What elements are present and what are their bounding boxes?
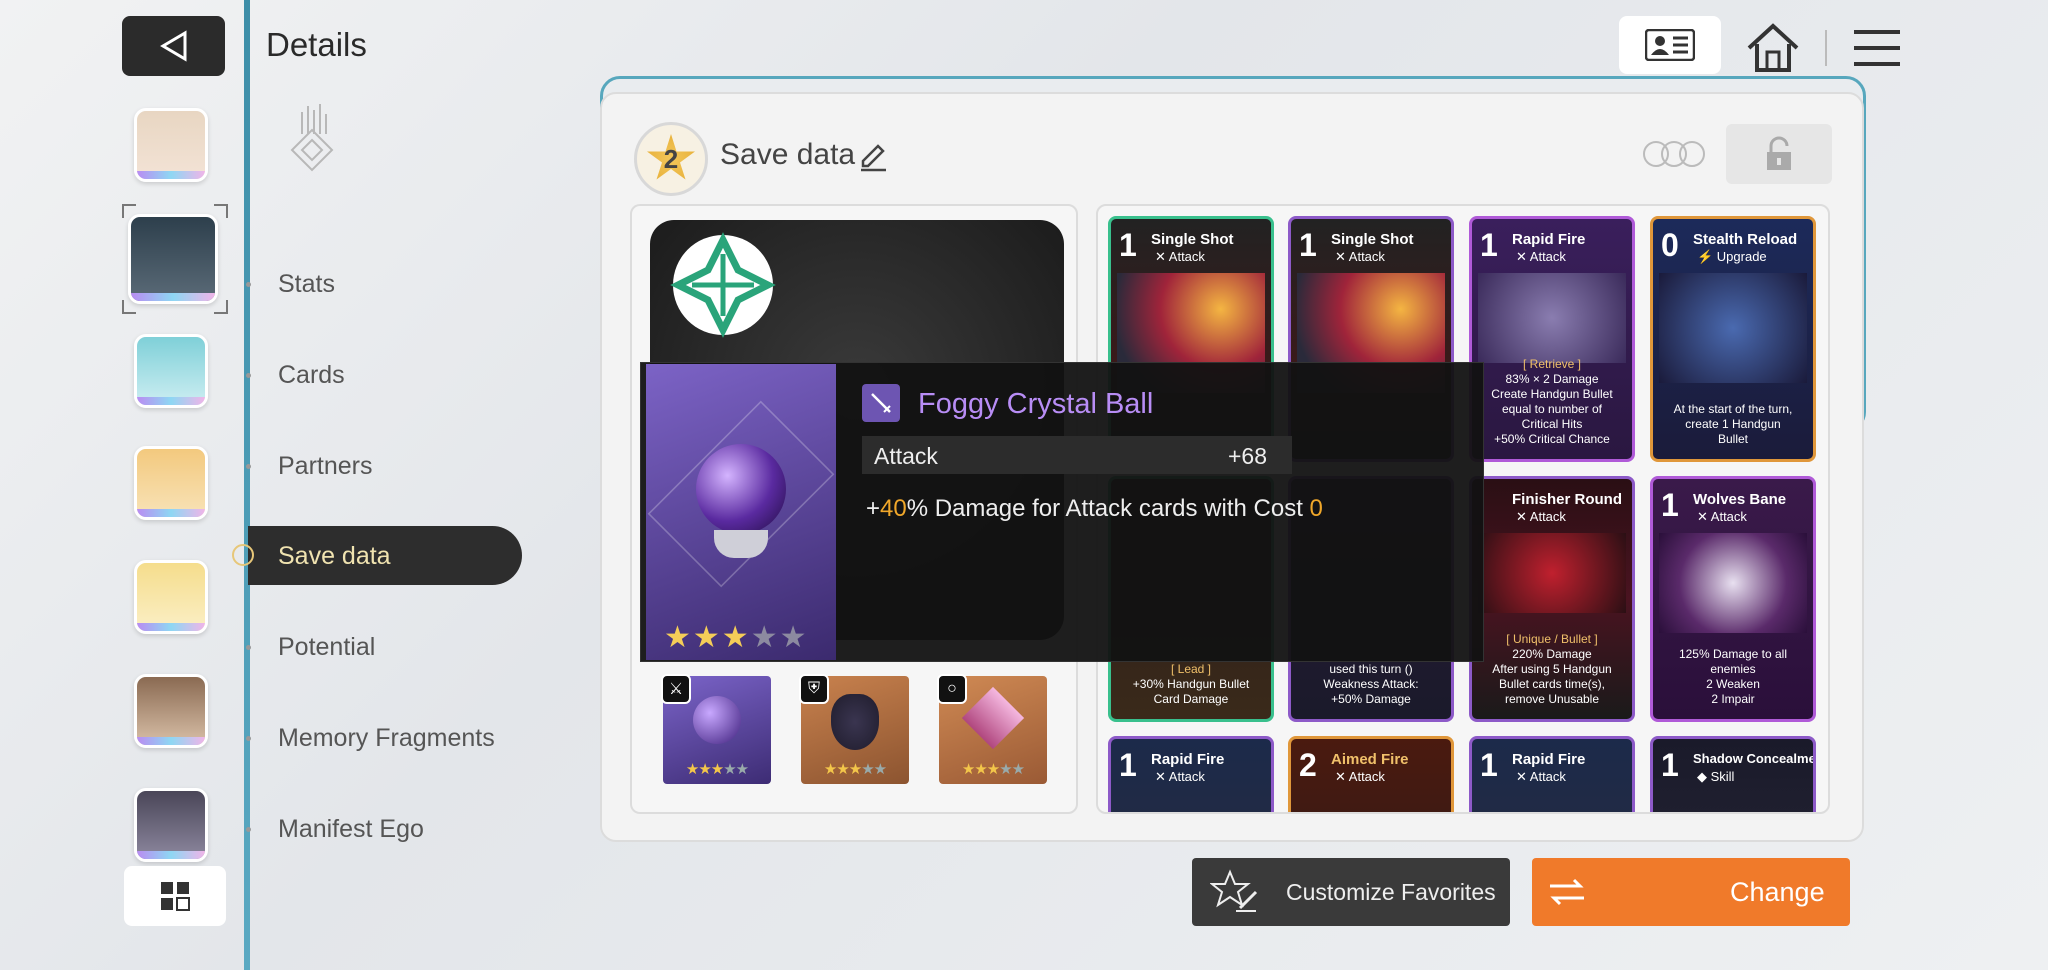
card-description: At the start of the turn, create 1 Handgu…	[1673, 402, 1793, 446]
home-icon[interactable]	[1745, 22, 1801, 74]
ring-icon: ○	[937, 674, 967, 704]
id-card-icon	[1645, 29, 1695, 61]
armor-icon: ⛨	[799, 674, 829, 704]
sidebar-divider	[244, 0, 250, 970]
card-art	[1478, 533, 1626, 613]
card-description: 125% Damage to all enemies 2 Weaken 2 Impai…	[1678, 647, 1788, 706]
nav-item-stats[interactable]: Stats	[278, 270, 335, 299]
card-description: [ Unique / Bullet ] 220% Damage After usin…	[1492, 632, 1612, 706]
item-stat-label: Attack	[874, 443, 938, 469]
card-description: used this turn () Weakness Attack: +50% Da…	[1323, 662, 1419, 706]
character-avatar[interactable]	[134, 788, 208, 862]
deck-card[interactable]: 2 Aimed Fire ✕ Attack	[1288, 736, 1454, 812]
nav-item-potential[interactable]: Potential	[278, 633, 375, 662]
grid-icon	[161, 882, 190, 911]
lock-button[interactable]	[1726, 124, 1832, 184]
equipment-stars: ★★★★★	[823, 761, 887, 778]
deck-card[interactable]: 1 Rapid Fire ✕ Attack	[1469, 736, 1635, 812]
card-art	[1659, 273, 1807, 383]
profile-card-button[interactable]	[1619, 16, 1721, 74]
pink-crystal-icon	[961, 686, 1025, 750]
page-title: Details	[266, 26, 367, 63]
card-art	[1478, 273, 1626, 363]
item-effect: +40% Damage for Attack cards with Cost 0	[866, 495, 1323, 522]
save-title: Save data	[720, 138, 856, 171]
nav-dot	[246, 373, 251, 378]
change-label: Change	[1730, 876, 1825, 907]
nav-item-partners[interactable]: Partners	[278, 452, 372, 481]
character-avatar[interactable]	[134, 108, 208, 182]
customize-favorites-button[interactable]: Customize Favorites	[1192, 858, 1510, 926]
nav-item-cards[interactable]: Cards	[278, 361, 345, 390]
toolbar-divider	[1825, 30, 1827, 66]
equipment-stars: ★★★★★	[685, 761, 749, 778]
nav-dot	[246, 736, 251, 741]
deck-card[interactable]: Finisher Round ✕ Attack [ Unique / Bullet…	[1469, 476, 1635, 722]
nav-item-memory-fragments[interactable]: Memory Fragments	[278, 724, 495, 753]
item-stand	[714, 530, 768, 558]
customize-favorites-label: Customize Favorites	[1286, 878, 1496, 905]
character-avatar[interactable]	[134, 674, 208, 748]
nav-dot	[246, 282, 251, 287]
change-button[interactable]: Change	[1532, 858, 1850, 926]
save-slot-badge: 2	[634, 122, 708, 196]
sword-icon: ⚔	[661, 674, 691, 704]
save-slot-number: 2	[663, 143, 679, 174]
character-avatar-selected[interactable]	[128, 214, 218, 304]
rings-icon	[1643, 141, 1705, 167]
class-emblem-icon	[670, 232, 776, 338]
equipment-slot-weapon[interactable]: ⚔ ★★★★★	[661, 674, 771, 784]
back-button[interactable]	[122, 16, 225, 76]
card-description: [ Lead ] +30% Handgun Bullet Card Damage	[1132, 662, 1250, 706]
logo-icon	[290, 104, 334, 172]
nav-item-manifest-ego[interactable]: Manifest Ego	[278, 815, 424, 844]
card-description: [ Retrieve ] 83% × 2 Damage Create Handgun…	[1491, 357, 1613, 446]
deck-card[interactable]: 1 Wolves Bane ✕ Attack 125% Damage to all e…	[1650, 476, 1816, 722]
crystal-ball-icon	[696, 444, 786, 534]
hamburger-menu-icon[interactable]	[1850, 26, 1904, 70]
deck-card[interactable]: 0 Stealth Reload ⚡ Upgrade At the start of…	[1650, 216, 1816, 462]
equipment-stars: ★★★★★	[961, 761, 1025, 778]
deck-card[interactable]: 1 Shadow Concealment ◆ Skill	[1650, 736, 1816, 812]
swap-icon	[1550, 878, 1584, 906]
character-avatar[interactable]	[134, 560, 208, 634]
nav-dot	[246, 827, 251, 832]
equipment-slot-armor[interactable]: ⛨ ★★★★★	[799, 674, 909, 784]
nav-dot	[246, 645, 251, 650]
nav-dot	[246, 464, 251, 469]
nav-item-save-data-label: Save data	[278, 542, 391, 570]
character-avatar[interactable]	[134, 334, 208, 408]
deck-card[interactable]: 1 Rapid Fire ✕ Attack [ Retrieve ] 83% × 2 …	[1469, 216, 1635, 462]
shield-eye-icon	[831, 694, 879, 750]
back-arrow-icon	[159, 30, 186, 62]
active-indicator-icon	[232, 544, 254, 566]
edit-pencil-icon[interactable]	[858, 142, 888, 172]
card-art	[1659, 533, 1807, 633]
lock-icon	[1767, 136, 1791, 170]
item-name: Foggy Crystal Ball	[918, 388, 1154, 420]
character-avatar[interactable]	[134, 446, 208, 520]
crystal-ball-icon	[693, 696, 741, 744]
sword-icon	[862, 384, 900, 422]
deck-card[interactable]: 1 Rapid Fire ✕ Attack	[1108, 736, 1274, 812]
item-artwork	[646, 364, 836, 660]
equipment-slot-accessory[interactable]: ○ ★★★★★	[937, 674, 1047, 784]
item-rarity-stars: ★★★★★	[664, 621, 809, 654]
item-stat-value: +68	[1228, 443, 1268, 469]
grid-view-button[interactable]	[124, 866, 226, 926]
star-edit-icon	[1210, 869, 1258, 912]
